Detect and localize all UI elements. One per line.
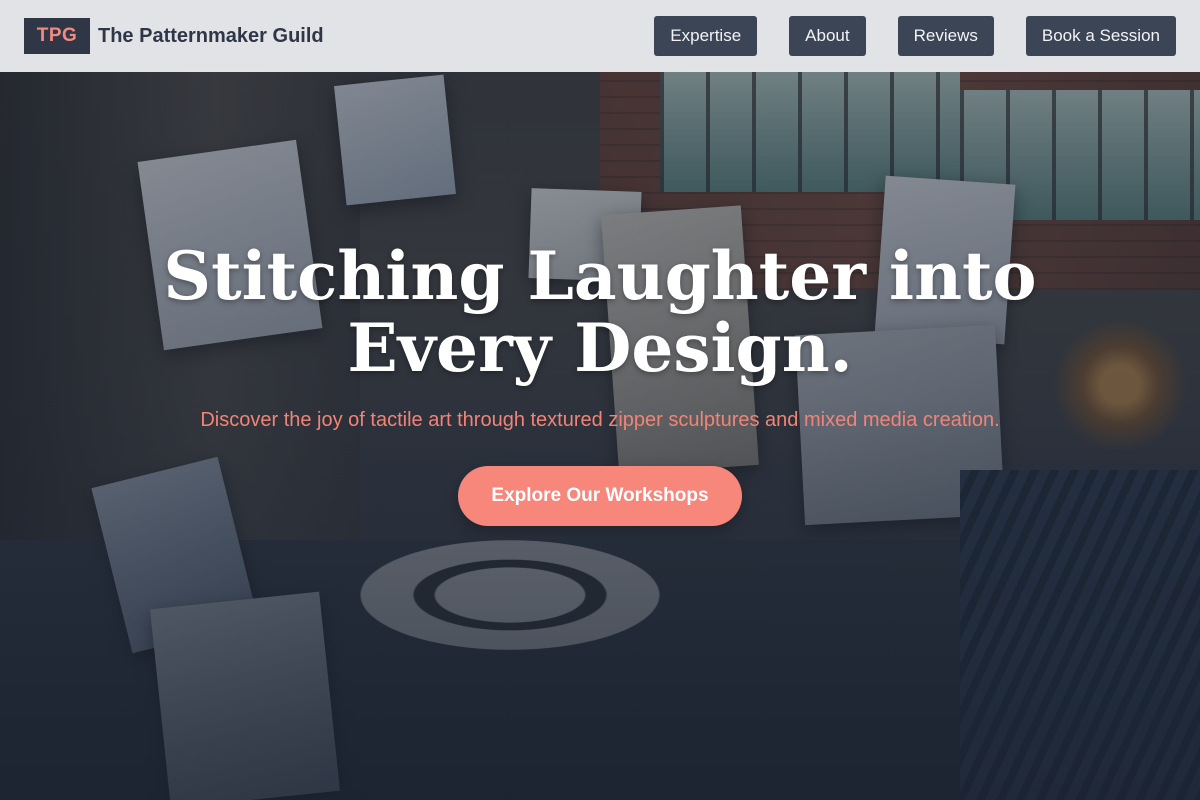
nav-expertise-button[interactable]: Expertise <box>654 16 758 56</box>
explore-workshops-button[interactable]: Explore Our Workshops <box>458 466 742 526</box>
nav-about-button[interactable]: About <box>789 16 866 56</box>
hero-section: Stitching Laughter into Every Design. Di… <box>0 240 1200 526</box>
nav-reviews-button[interactable]: Reviews <box>897 16 994 56</box>
brand-logo[interactable]: TPG <box>24 18 90 54</box>
site-name[interactable]: The Patternmaker Guild <box>98 25 324 48</box>
hero-title: Stitching Laughter into Every Design. <box>163 237 1037 387</box>
main-nav: Expertise About Reviews Book a Session <box>654 16 1176 56</box>
nav-book-session-button[interactable]: Book a Session <box>1025 16 1176 56</box>
site-header: TPG The Patternmaker Guild Expertise Abo… <box>0 0 1200 72</box>
brand[interactable]: TPG The Patternmaker Guild <box>24 18 324 54</box>
hero-subtitle: Discover the joy of tactile art through … <box>200 409 1000 431</box>
